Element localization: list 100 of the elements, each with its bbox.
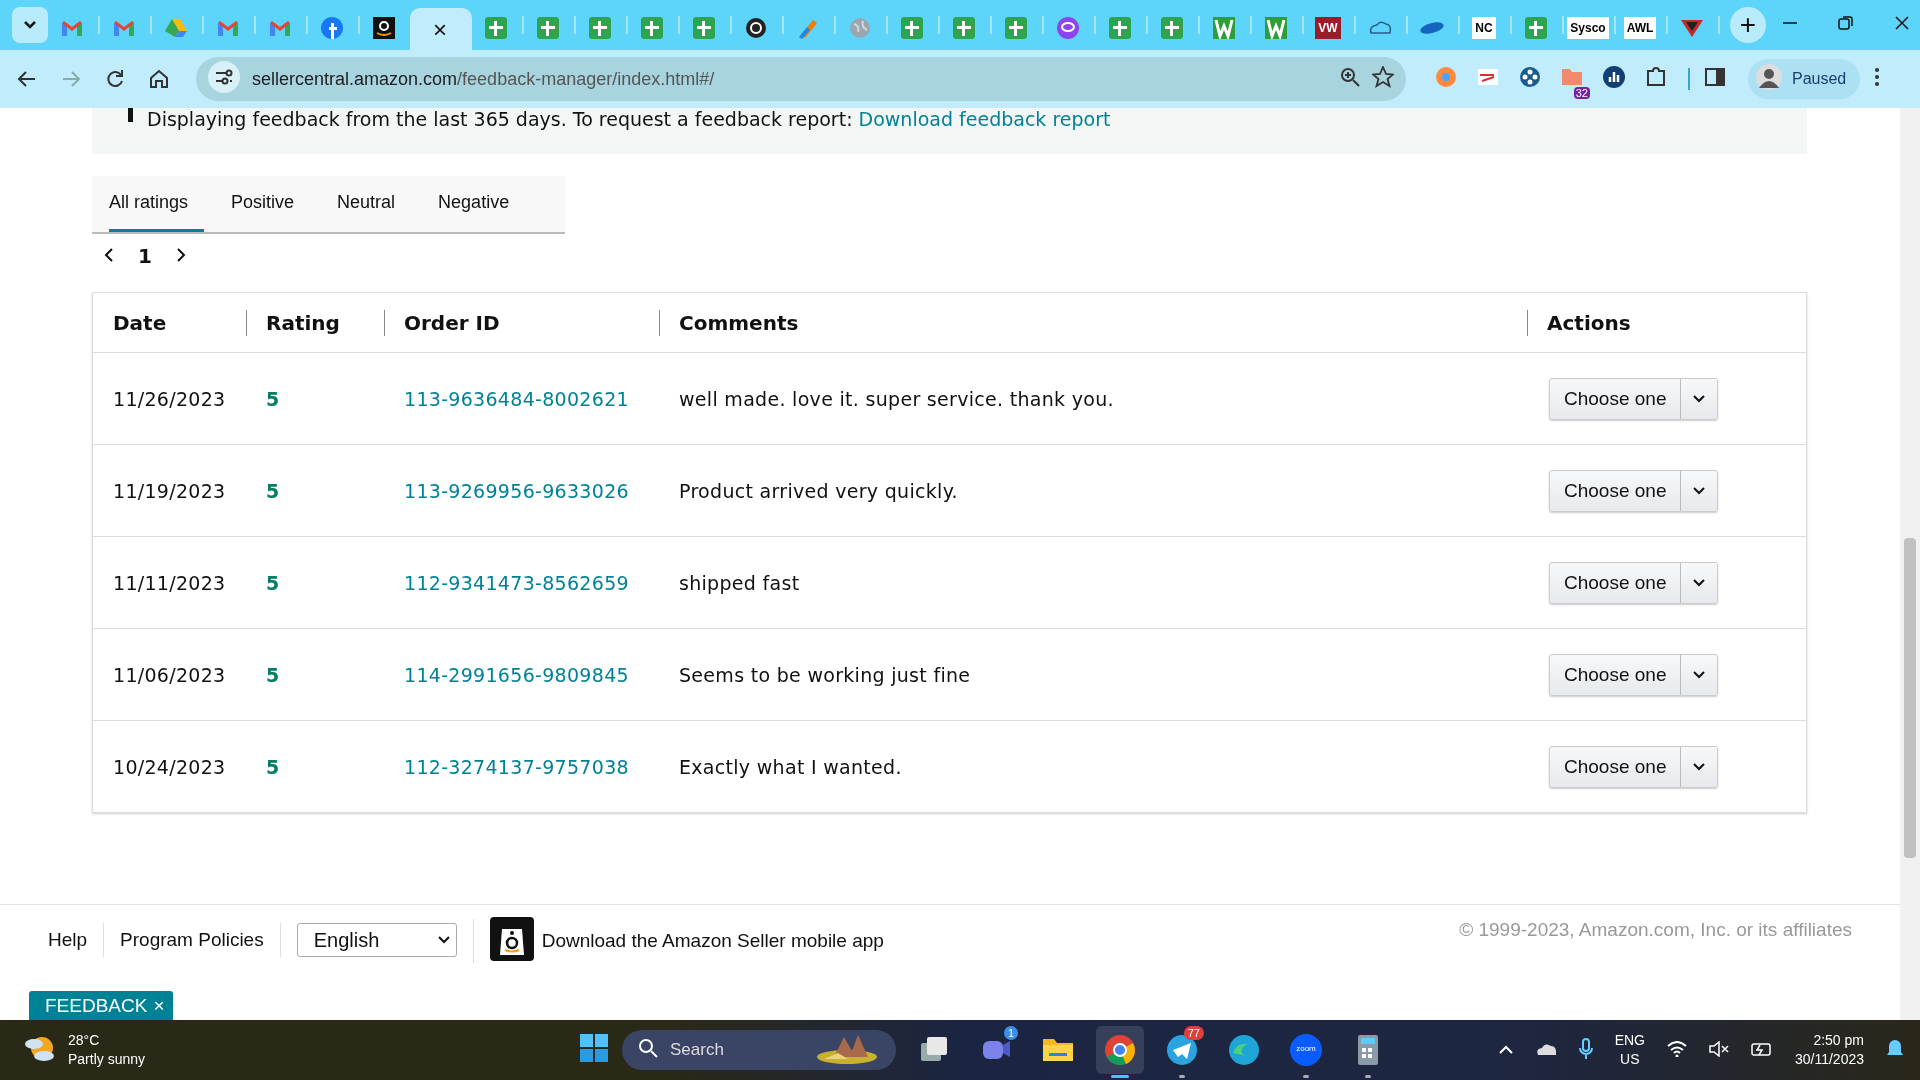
caret-icon <box>1692 577 1707 588</box>
round-logo-icon <box>321 17 343 39</box>
comment-cell: Seems to be working just fine <box>659 628 1527 721</box>
footer-link[interactable]: Program Policies <box>104 923 281 957</box>
comment-cell: Exactly what I wanted. <box>659 720 1527 813</box>
favicon-label: VW <box>1315 17 1341 39</box>
rating-cell: 5 <box>246 352 384 445</box>
mail-icon <box>269 19 291 37</box>
rating-cell: 5 <box>246 536 384 629</box>
date-cell: 11/11/2023 <box>92 536 246 629</box>
address-bar[interactable]: sellercentral.amazon.com/feedback-manager/index.html#/ <box>196 57 1406 101</box>
browser-tab[interactable]: Sysco <box>1564 8 1614 48</box>
rating-tab[interactable]: All ratings <box>109 176 205 232</box>
date-cell: 11/26/2023 <box>92 352 246 445</box>
rating-tab[interactable]: Neutral <box>337 176 412 232</box>
plus-square-icon <box>537 17 559 39</box>
profile-button[interactable]: Paused <box>1748 59 1861 99</box>
rating-cell: 5 <box>246 444 384 537</box>
column-header: Comments <box>659 292 1527 353</box>
caret-icon <box>1692 485 1707 496</box>
column-header: Date <box>92 292 246 353</box>
stripe-logo-icon <box>1265 17 1287 39</box>
action-dropdown[interactable]: Choose one <box>1549 561 1719 604</box>
caret-icon <box>1692 393 1707 404</box>
shop-logo-icon <box>373 17 395 39</box>
date-cell: 10/24/2023 <box>92 720 246 813</box>
action-dropdown[interactable]: Choose one <box>1549 745 1719 788</box>
search-field[interactable]: Search <box>622 1030 896 1070</box>
rating-tab[interactable]: Positive <box>231 176 311 232</box>
scrollbar[interactable] <box>1900 108 1920 1020</box>
close-icon[interactable]: × <box>433 16 447 44</box>
order-id-link[interactable]: 112-9341473-8562659 <box>384 536 659 629</box>
plus-square-icon <box>1109 17 1131 39</box>
notice-text: Displaying feedback from the last 365 days. To request a feedback report: Download feedback report <box>147 108 1111 130</box>
clock[interactable]: 2:50 pm 30/11/2023 <box>1794 1031 1864 1069</box>
column-header: Order ID <box>384 292 659 353</box>
wifi-icon[interactable] <box>1666 1040 1687 1060</box>
plus-square-icon <box>693 17 715 39</box>
chevron-down-icon <box>23 20 37 30</box>
caret-icon <box>1692 669 1707 680</box>
caret-icon <box>1692 761 1707 772</box>
plus-square-icon <box>641 17 663 39</box>
plus-square-icon <box>1525 17 1547 39</box>
action-dropdown[interactable]: Choose one <box>1549 653 1719 696</box>
action-dropdown[interactable]: Choose one <box>1549 469 1719 512</box>
action-dropdown[interactable]: Choose one <box>1549 377 1719 420</box>
order-id-link[interactable]: 113-9269956-9633026 <box>384 444 659 537</box>
globe-icon <box>849 17 871 39</box>
order-id-link[interactable]: 114-2991656-9809845 <box>384 628 659 721</box>
count-badge: 32 <box>1573 87 1590 99</box>
comment-cell: well made. love it. super service. thank you. <box>659 352 1527 445</box>
favicon-label: AWL <box>1623 17 1657 39</box>
page-number[interactable]: 1 <box>138 244 152 268</box>
plus-square-icon <box>1161 17 1183 39</box>
app-label: zoom <box>1295 1044 1317 1053</box>
browser-tab[interactable]: × <box>410 8 472 52</box>
battery-icon[interactable] <box>1750 1041 1773 1059</box>
browser-tab[interactable]: AWL <box>1616 8 1666 48</box>
close-icon[interactable]: × <box>153 995 165 1017</box>
rating-cell: 5 <box>246 720 384 813</box>
column-header: Actions <box>1527 292 1807 353</box>
pen-logo-icon <box>797 17 819 39</box>
mail-icon <box>61 19 83 37</box>
tab-search-button[interactable] <box>12 7 48 43</box>
app-download-link[interactable]: Download the Amazon Seller mobile app <box>541 930 884 952</box>
language-indicator[interactable]: ENG US <box>1614 1031 1645 1069</box>
favicon-label: NC <box>1472 17 1496 39</box>
browser-tab[interactable]: NC <box>1460 8 1510 48</box>
stripe-logo-icon <box>1213 17 1235 39</box>
chat-bubble-icon <box>1057 17 1079 39</box>
taskbar-app[interactable]: zoom <box>1282 1026 1330 1074</box>
footer-link[interactable]: Help <box>32 923 105 957</box>
browser-tab[interactable]: VW <box>1304 8 1354 48</box>
plus-square-icon <box>485 17 507 39</box>
info-icon <box>128 108 133 122</box>
triangle-logo-icon <box>165 18 187 38</box>
comment-cell: shipped fast <box>659 536 1527 629</box>
order-id-link[interactable]: 112-3274137-9757038 <box>384 720 659 813</box>
swoosh-logo-icon <box>1419 20 1445 36</box>
language-select[interactable]: English <box>296 923 457 957</box>
taskbar-app[interactable]: 77 <box>1158 1026 1206 1074</box>
circle-logo-icon <box>745 17 767 39</box>
order-id-link[interactable]: 113-9636484-8002621 <box>384 352 659 445</box>
column-header: Rating <box>246 292 384 353</box>
rating-tab[interactable]: Negative <box>438 176 526 232</box>
muted-speaker-icon[interactable] <box>1708 1040 1729 1060</box>
notification-badge: 1 <box>1003 1026 1018 1040</box>
plus-square-icon <box>589 17 611 39</box>
new-tab-button[interactable]: + <box>1730 7 1766 43</box>
temperature-text: 28°C <box>68 1031 101 1050</box>
comment-cell: Product arrived very quickly. <box>659 444 1527 537</box>
mail-icon <box>217 19 239 37</box>
weather-text: Partly sunny <box>68 1050 146 1069</box>
plus-square-icon <box>901 17 923 39</box>
swirl-icon <box>1227 1033 1261 1067</box>
download-report-link[interactable]: Download feedback report <box>858 108 1111 130</box>
scrollbar-thumb[interactable] <box>1904 538 1916 858</box>
flag-logo-icon <box>1680 18 1704 38</box>
feedback-button[interactable]: FEEDBACK × <box>29 991 173 1020</box>
plus-square-icon <box>953 17 975 39</box>
